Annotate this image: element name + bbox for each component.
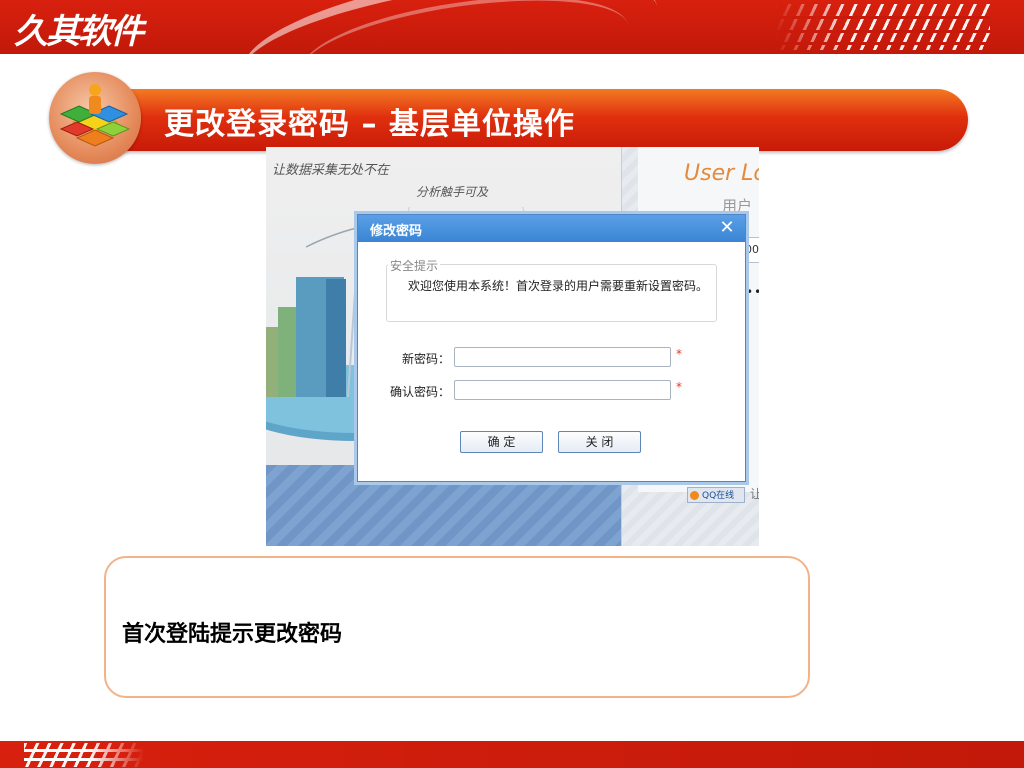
slogan-line-2: 分析触手可及	[416, 185, 489, 199]
security-tip-text: 欢迎您使用本系统！首次登录的用户需要重新设置密码。	[408, 279, 709, 293]
qq-side-text: 让	[750, 487, 759, 501]
page-title: 更改登录密码 – 基层单位操作	[164, 107, 575, 142]
bottom-banner	[0, 741, 1024, 768]
dialog-title: 修改密码	[370, 224, 423, 239]
new-password-input[interactable]	[454, 347, 671, 367]
banner-stripes-decoration	[775, 4, 990, 50]
login-username-field[interactable]: 00	[744, 237, 759, 263]
title-badge	[49, 72, 141, 164]
new-password-label: 新密码：	[401, 352, 450, 366]
note-box: 首次登陆提示更改密码	[104, 556, 810, 698]
close-icon[interactable]: ✕	[717, 218, 737, 238]
top-banner: 久其软件	[0, 0, 1024, 54]
note-text: 首次登陆提示更改密码	[122, 622, 343, 647]
embedded-screenshot: 让数据采集无处不在 分析触手可及 User Lo 用户 00 •• QQ在线 让…	[266, 147, 759, 546]
qq-online-badge[interactable]: QQ在线	[687, 487, 745, 503]
confirm-password-required-mark: *	[676, 380, 682, 394]
org-structure-icon	[59, 84, 131, 147]
dialog-titlebar: 修改密码 ✕	[358, 215, 745, 242]
security-tip-legend: 安全提示	[388, 257, 441, 274]
change-password-dialog: 修改密码 ✕ 安全提示 欢迎您使用本系统！首次登录的用户需要重新设置密码。 新密…	[357, 214, 746, 482]
ok-button[interactable]: 确 定	[460, 431, 543, 453]
login-heading: User Lo	[684, 161, 759, 186]
brand-logo: 久其软件	[14, 12, 144, 52]
login-user-label: 用户	[722, 197, 753, 215]
confirm-password-input[interactable]	[454, 380, 671, 400]
new-password-required-mark: *	[676, 347, 682, 361]
close-button[interactable]: 关 闭	[558, 431, 641, 453]
login-password-dots: ••	[746, 285, 759, 299]
confirm-password-label: 确认密码：	[389, 385, 450, 399]
slogan-line-1: 让数据采集无处不在	[272, 163, 390, 178]
bottom-stripes-decoration	[24, 743, 144, 767]
title-bar: 更改登录密码 – 基层单位操作	[112, 89, 968, 151]
